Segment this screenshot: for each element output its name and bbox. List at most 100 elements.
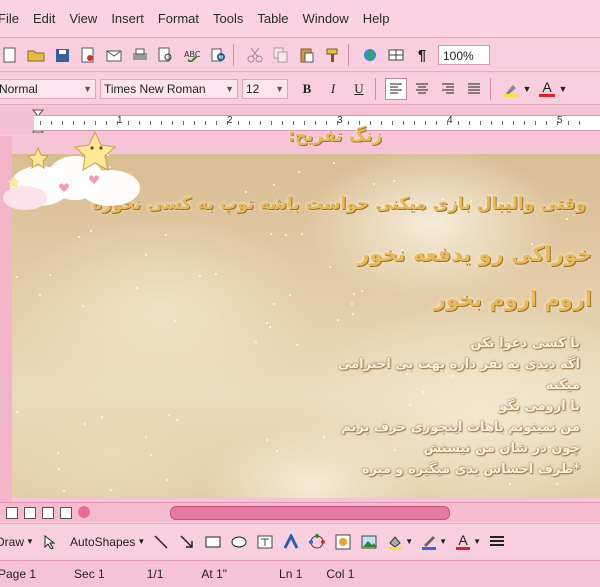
sky-star bbox=[63, 490, 65, 492]
email-icon[interactable] bbox=[104, 45, 124, 65]
select-arrow-icon[interactable] bbox=[40, 532, 60, 552]
ruler-tick bbox=[271, 121, 272, 125]
menu-help[interactable]: Help bbox=[363, 11, 390, 26]
justify-icon[interactable] bbox=[463, 78, 485, 100]
oval-icon[interactable] bbox=[229, 532, 249, 552]
chevron-down-icon[interactable]: ▼ bbox=[439, 537, 447, 546]
sky-star bbox=[273, 184, 275, 186]
menu-tools[interactable]: Tools bbox=[213, 11, 243, 26]
fill-color-icon[interactable] bbox=[385, 532, 405, 552]
autoshapes-menu[interactable]: AutoShapes bbox=[70, 535, 135, 549]
font-color-icon[interactable]: A bbox=[453, 532, 473, 552]
line-style-icon[interactable] bbox=[487, 532, 507, 552]
align-center-icon[interactable] bbox=[411, 78, 433, 100]
sky-star bbox=[49, 274, 51, 276]
copy-icon[interactable] bbox=[271, 45, 291, 65]
ruler-tick bbox=[172, 121, 173, 125]
ruler-tick bbox=[491, 121, 492, 125]
paragraph-marks-icon[interactable]: ¶ bbox=[412, 45, 432, 65]
chevron-down-icon[interactable]: ▼ bbox=[405, 537, 413, 546]
doc-line: وقتی والیبال بازی میکنی حواست باشه توپ ب… bbox=[91, 194, 586, 214]
print-preview-icon[interactable] bbox=[156, 45, 176, 65]
font-size-select[interactable]: 12 ▼ bbox=[242, 78, 288, 99]
spelling-icon[interactable]: ABC bbox=[182, 45, 202, 65]
sky-star bbox=[58, 468, 60, 470]
diagram-icon[interactable] bbox=[307, 532, 327, 552]
print-layout-icon[interactable] bbox=[42, 507, 54, 519]
paste-icon[interactable] bbox=[297, 45, 317, 65]
hyperlink-icon[interactable] bbox=[360, 45, 380, 65]
print-icon[interactable] bbox=[130, 45, 150, 65]
sky-star bbox=[329, 266, 331, 268]
sky-star bbox=[270, 233, 272, 235]
sky-star bbox=[145, 436, 147, 438]
menu-file[interactable]: File bbox=[0, 11, 19, 26]
save-icon[interactable] bbox=[52, 45, 72, 65]
normal-view-icon[interactable] bbox=[6, 507, 18, 519]
menu-format[interactable]: Format bbox=[158, 11, 199, 26]
status-bar: Page 1 Sec 1 1/1 At 1" Ln 1 Col 1 bbox=[0, 560, 600, 587]
align-right-icon[interactable] bbox=[437, 78, 459, 100]
toolbar-separator bbox=[348, 44, 349, 66]
line-icon[interactable] bbox=[151, 532, 171, 552]
scrollbar-thumb[interactable] bbox=[170, 506, 450, 520]
new-document-icon[interactable] bbox=[0, 45, 20, 65]
doc-line: چون در شان من نیستش bbox=[423, 441, 580, 456]
sky-star bbox=[245, 191, 247, 193]
sky-star bbox=[337, 319, 339, 321]
menu-edit[interactable]: Edit bbox=[33, 11, 55, 26]
chevron-down-icon[interactable]: ▼ bbox=[522, 78, 532, 100]
text-box-icon[interactable] bbox=[255, 532, 275, 552]
reading-layout-icon[interactable] bbox=[78, 506, 90, 518]
highlight-icon[interactable] bbox=[500, 78, 522, 100]
align-left-icon[interactable] bbox=[385, 77, 407, 100]
cut-icon[interactable] bbox=[245, 45, 265, 65]
kawaii-stars-clouds-sticker bbox=[3, 130, 140, 210]
sky-star bbox=[165, 234, 167, 236]
menu-table[interactable]: Table bbox=[257, 11, 288, 26]
arrow-icon[interactable] bbox=[177, 532, 197, 552]
bold-button[interactable]: B bbox=[296, 78, 318, 100]
rectangle-icon[interactable] bbox=[203, 532, 223, 552]
sky-star bbox=[273, 303, 275, 305]
chevron-down-icon[interactable]: ▼ bbox=[473, 537, 481, 546]
tables-borders-icon[interactable] bbox=[386, 45, 406, 65]
sky-star bbox=[289, 294, 291, 296]
picture-icon[interactable] bbox=[359, 532, 379, 552]
style-select[interactable]: Normal ▼ bbox=[0, 78, 96, 99]
permission-icon[interactable] bbox=[78, 45, 98, 65]
ruler-tick bbox=[304, 121, 305, 125]
sky-star bbox=[16, 276, 18, 278]
font-select[interactable]: Times New Roman ▼ bbox=[100, 78, 238, 99]
status-line: Ln 1 bbox=[279, 567, 303, 581]
ruler-tick bbox=[370, 121, 371, 125]
format-painter-icon[interactable] bbox=[323, 45, 343, 65]
font-size-value: 12 bbox=[246, 81, 260, 96]
zoom-box[interactable]: 100% bbox=[438, 45, 490, 65]
menu-window[interactable]: Window bbox=[302, 11, 348, 26]
doc-line: با کسی دعوا نکن bbox=[470, 336, 580, 351]
clip-art-icon[interactable] bbox=[333, 532, 353, 552]
menu-insert[interactable]: Insert bbox=[111, 11, 144, 26]
sky-star bbox=[78, 236, 80, 238]
sky-star bbox=[90, 230, 92, 232]
horizontal-scrollbar[interactable] bbox=[0, 502, 600, 522]
open-folder-icon[interactable] bbox=[26, 45, 46, 65]
ruler-tick bbox=[502, 121, 503, 125]
menu-view[interactable]: View bbox=[69, 11, 97, 26]
research-icon[interactable] bbox=[208, 45, 228, 65]
underline-button[interactable]: U bbox=[348, 78, 370, 100]
ruler-tick bbox=[557, 121, 558, 125]
ruler-tick bbox=[535, 121, 536, 125]
line-color-icon[interactable] bbox=[419, 532, 439, 552]
outline-view-icon[interactable] bbox=[60, 507, 72, 519]
ruler-tick bbox=[568, 121, 569, 125]
chevron-down-icon[interactable]: ▼ bbox=[558, 78, 568, 100]
formatting-toolbar: Normal ▼ Times New Roman ▼ 12 ▼ B I U ▼ A ▼ bbox=[0, 73, 600, 105]
wordart-icon[interactable] bbox=[281, 532, 301, 552]
font-color-button[interactable]: A bbox=[536, 78, 558, 100]
italic-button[interactable]: I bbox=[322, 78, 344, 100]
web-layout-icon[interactable] bbox=[24, 507, 36, 519]
status-page: Page 1 bbox=[0, 567, 37, 581]
draw-menu[interactable]: Draw bbox=[0, 535, 24, 549]
